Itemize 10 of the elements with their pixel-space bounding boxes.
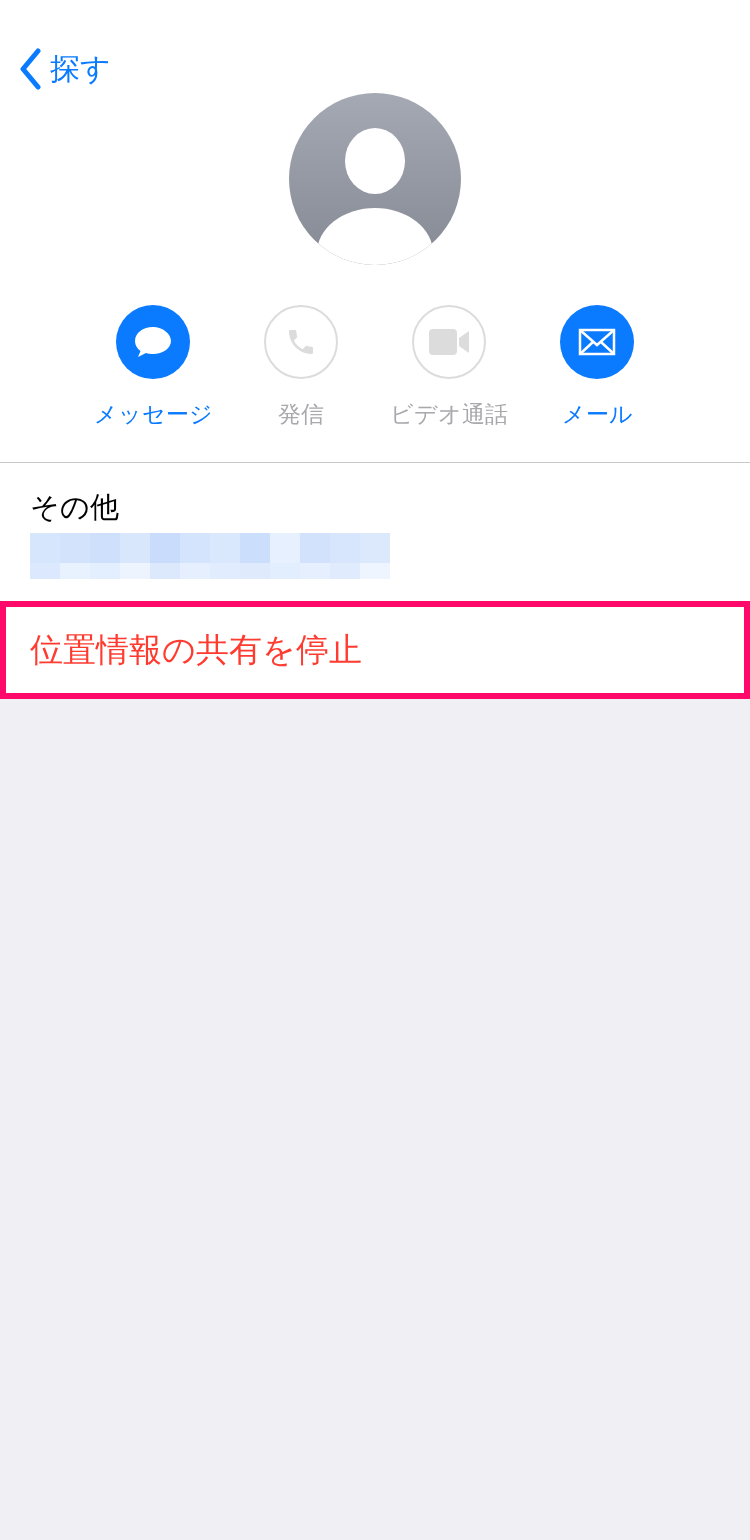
contact-action-button[interactable]: メール bbox=[532, 305, 662, 432]
video-camera-icon bbox=[428, 328, 470, 356]
contact-action-button[interactable]: メッセージ bbox=[88, 305, 218, 432]
field-label: その他 bbox=[30, 488, 120, 525]
envelope-icon bbox=[578, 328, 616, 356]
back-button[interactable]: 探す bbox=[18, 48, 111, 90]
chevron-left-icon bbox=[18, 48, 42, 90]
avatar-silhouette-icon bbox=[289, 93, 461, 265]
speech-bubble-icon bbox=[134, 325, 172, 359]
stop-sharing-button[interactable]: 位置情報の共有を停止 bbox=[0, 600, 750, 699]
